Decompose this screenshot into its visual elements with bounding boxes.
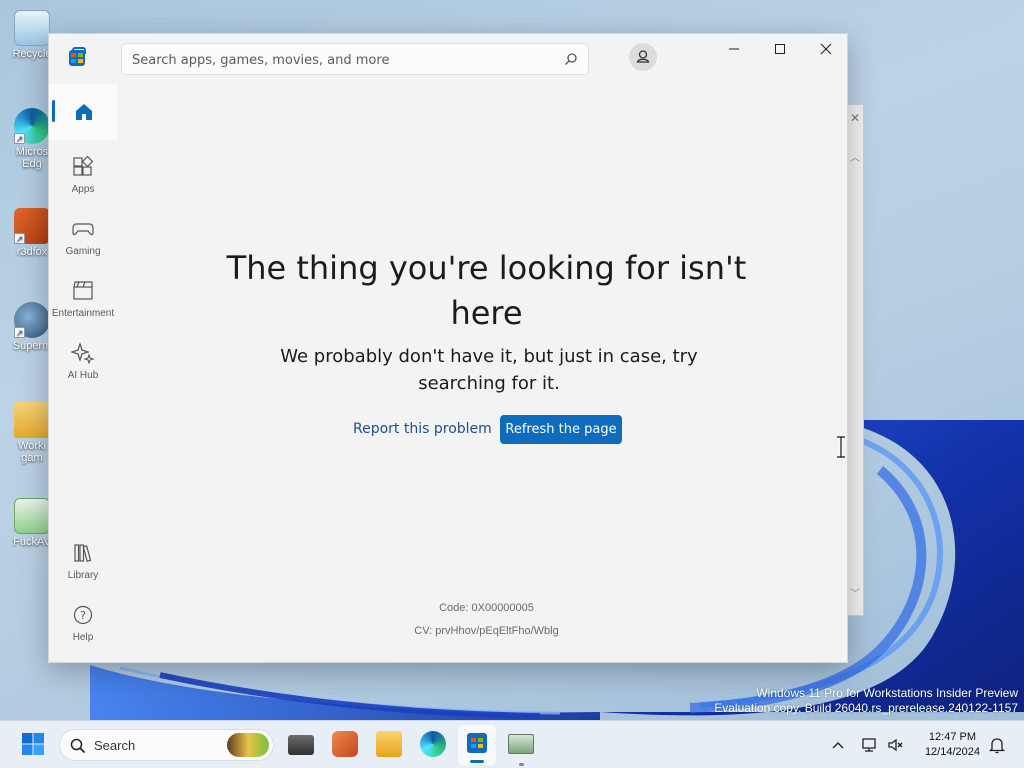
task-view-icon[interactable] — [288, 735, 314, 755]
start-icon[interactable] — [20, 731, 46, 757]
report-problem-link[interactable]: Report this problem — [353, 420, 492, 438]
store-taskbar-button[interactable] — [458, 725, 496, 765]
maximize-icon — [775, 44, 785, 54]
nav-item-help[interactable]: ? Help — [49, 604, 117, 643]
nav-label-gaming: Gaming — [65, 246, 101, 257]
windows-watermark: Windows 11 Pro for Workstations Insider … — [714, 686, 1018, 716]
scroll-down-icon[interactable]: ﹀ — [850, 585, 861, 600]
edge-icon: ↗ — [14, 108, 50, 144]
clock-date: 12/14/2024 — [924, 746, 980, 758]
chevron-up-icon[interactable] — [831, 740, 845, 750]
nav-item-ai-hub[interactable]: AI Hub — [49, 342, 117, 381]
nav-selection-indicator — [52, 100, 55, 122]
minimize-icon — [729, 48, 739, 50]
nav-label-library: Library — [67, 570, 99, 581]
network-icon[interactable] — [861, 736, 879, 754]
library-icon — [74, 544, 92, 562]
close-icon — [820, 43, 832, 55]
person-icon — [636, 50, 650, 63]
microsoft-store-window: Apps Gaming Entertainment AI Hub Library — [48, 33, 848, 663]
taskbar: Search 12:47 PM 12/14/2024 — [0, 720, 1024, 768]
close-button[interactable] — [803, 34, 849, 64]
clock[interactable]: 12:47 PM 12/14/2024 — [925, 730, 980, 760]
store-logo-icon — [69, 47, 86, 66]
minimize-button[interactable] — [711, 34, 757, 64]
nav-item-home[interactable] — [49, 84, 117, 140]
help-icon: ? — [73, 605, 93, 625]
notification-bell-icon[interactable] — [988, 736, 1006, 754]
edge-taskbar-icon[interactable] — [420, 731, 446, 757]
taskbar-search-label: Search — [94, 738, 136, 753]
home-icon — [76, 104, 92, 120]
search-icon[interactable] — [564, 52, 578, 66]
folder-icon — [14, 402, 50, 438]
clapperboard-icon — [73, 281, 93, 300]
nav-item-apps[interactable]: Apps — [49, 155, 117, 195]
recycle-bin-icon — [14, 10, 50, 46]
background-window: ✕ ︿ ﹀ — [846, 104, 864, 616]
apps-icon — [73, 155, 94, 176]
search-highlight-icon — [227, 733, 269, 757]
svg-text:?: ? — [80, 609, 86, 622]
store-taskbar-icon — [467, 733, 487, 753]
nav-item-gaming[interactable]: Gaming — [49, 218, 117, 257]
app-window-taskbar-icon[interactable] — [508, 734, 534, 754]
clock-time: 12:47 PM — [928, 731, 977, 743]
sparkle-icon — [70, 342, 95, 365]
nav-label-entertainment: Entertainment — [51, 308, 115, 319]
taskbar-search[interactable]: Search — [59, 729, 274, 761]
watermark-line-2: Evaluation copy. Build 26040.rs_prerelea… — [714, 701, 1018, 715]
refresh-page-button[interactable]: Refresh the page — [500, 415, 622, 444]
maximize-button[interactable] — [757, 34, 803, 64]
error-headline: The thing you're looking for isn't here — [226, 249, 747, 332]
nav-label-help: Help — [72, 632, 94, 643]
close-icon[interactable]: ✕ — [850, 111, 860, 125]
nav-label-apps: Apps — [71, 184, 95, 195]
error-subline: We probably don't have it, but just in c… — [280, 346, 698, 394]
error-code: Code: 0X00000005 — [439, 602, 534, 614]
file-explorer-icon[interactable] — [376, 731, 402, 757]
search-icon — [70, 738, 86, 754]
nav-item-library[interactable]: Library — [49, 542, 117, 581]
gaming-icon — [72, 223, 94, 236]
account-avatar[interactable] — [629, 43, 657, 71]
running-app-indicator — [519, 763, 524, 766]
text-cursor-icon — [837, 436, 845, 458]
correlation-vector: CV: prvHhov/pEqEltFho/Wblg — [414, 625, 559, 637]
r3dfox-taskbar-icon[interactable] — [332, 731, 358, 757]
supermium-icon: ↗ — [14, 302, 50, 338]
nav-item-entertainment[interactable]: Entertainment — [49, 280, 117, 319]
scroll-up-icon[interactable]: ︿ — [850, 149, 861, 164]
active-app-indicator — [470, 760, 484, 763]
watermark-line-1: Windows 11 Pro for Workstations Insider … — [756, 686, 1018, 700]
volume-muted-icon[interactable] — [887, 736, 905, 754]
recycle-bin-green-icon — [14, 498, 50, 534]
search-input[interactable] — [132, 50, 552, 70]
search-box[interactable] — [121, 43, 589, 75]
r3dfox-icon: ↗ — [14, 208, 50, 244]
nav-label-ai-hub: AI Hub — [67, 370, 99, 381]
